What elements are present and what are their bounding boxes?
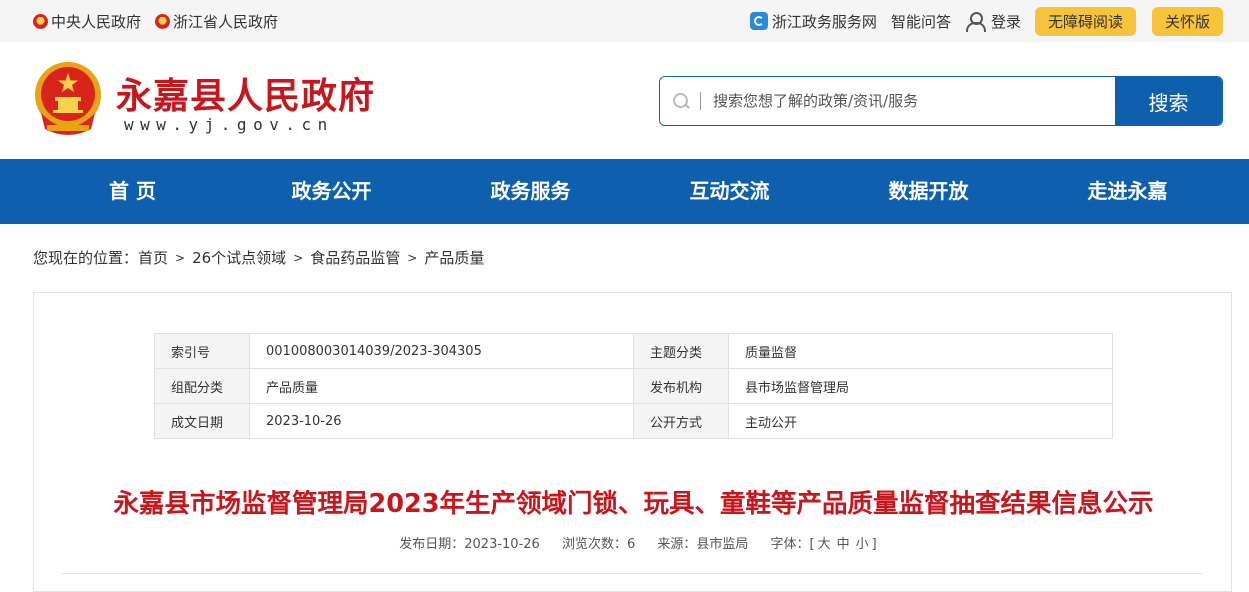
table-row: 成文日期 2023-10-26 公开方式 主动公开 bbox=[154, 403, 1113, 439]
search-divider bbox=[700, 92, 701, 110]
main-nav: 首 页 政务公开 政务服务 互动交流 数据开放 走进永嘉 bbox=[0, 159, 1249, 224]
meta-key: 发布机构 bbox=[633, 368, 729, 404]
national-emblem-icon bbox=[33, 13, 48, 29]
article-title: 永嘉县市场监督管理局2023年生产领域门锁、玩具、童鞋等产品质量监督抽查结果信息… bbox=[113, 489, 1154, 519]
link-central-government-label: 中央人民政府 bbox=[51, 12, 142, 31]
site-header: 永嘉县人民政府 www.yj.gov.cn 搜索 bbox=[0, 42, 1249, 159]
link-zhejiang-service-label: 浙江政务服务网 bbox=[771, 12, 877, 31]
elderly-mode-button[interactable]: 关怀版 bbox=[1151, 6, 1223, 36]
search-button[interactable]: 搜索 bbox=[1115, 77, 1222, 125]
nav-government-affairs[interactable]: 政务公开 bbox=[232, 159, 431, 224]
top-bar: 中央人民政府 浙江省人民政府 浙江政务服务网 智能问答 登录 无障碍阅读 关怀版 bbox=[0, 0, 1249, 42]
login-label: 登录 bbox=[990, 12, 1021, 31]
meta-value: 主动公开 bbox=[728, 403, 1113, 439]
meta-value: 县市场监督管理局 bbox=[728, 368, 1113, 404]
font-size-close: ] bbox=[871, 537, 877, 552]
search-input-wrapper bbox=[660, 77, 1115, 125]
link-smart-qa[interactable]: 智能问答 bbox=[891, 11, 951, 32]
login-link[interactable]: 登录 bbox=[965, 11, 1021, 32]
nav-government-services[interactable]: 政务服务 bbox=[431, 159, 630, 224]
meta-value: 001008003014039/2023-304305 bbox=[249, 333, 634, 369]
user-icon bbox=[965, 11, 986, 32]
link-zhejiang-government-label: 浙江省人民政府 bbox=[173, 12, 279, 31]
breadcrumb-pilot-fields[interactable]: 26个试点领域 bbox=[192, 247, 286, 268]
link-central-government[interactable]: 中央人民政府 bbox=[33, 11, 141, 32]
font-small-button[interactable]: 小 bbox=[856, 537, 869, 552]
search-bar: 搜索 bbox=[659, 76, 1223, 126]
breadcrumb-prefix: 您现在的位置： bbox=[33, 249, 139, 267]
font-large-button[interactable]: 大 bbox=[818, 537, 831, 552]
divider bbox=[62, 573, 1202, 574]
metadata-table: 索引号 001008003014039/2023-304305 主题分类 质量监… bbox=[154, 333, 1113, 439]
top-links-left: 中央人民政府 浙江省人民政府 bbox=[33, 0, 278, 42]
chevron-right-icon: > bbox=[175, 250, 186, 265]
accessibility-button[interactable]: 无障碍阅读 bbox=[1034, 6, 1136, 36]
breadcrumb-product-quality[interactable]: 产品质量 bbox=[424, 247, 484, 268]
top-links-right: 浙江政务服务网 智能问答 登录 无障碍阅读 关怀版 bbox=[749, 0, 1223, 42]
meta-key: 组配分类 bbox=[154, 368, 250, 404]
national-emblem-icon bbox=[155, 13, 171, 29]
chevron-right-icon: > bbox=[407, 250, 418, 265]
national-emblem-logo-icon[interactable] bbox=[33, 61, 104, 137]
site-title[interactable]: 永嘉县人民政府 bbox=[116, 67, 375, 119]
link-zhejiang-government[interactable]: 浙江省人民政府 bbox=[155, 11, 278, 32]
breadcrumb-food-drug[interactable]: 食品药品监管 bbox=[310, 247, 400, 268]
link-zhejiang-service[interactable]: 浙江政务服务网 bbox=[749, 11, 877, 32]
meta-value: 产品质量 bbox=[249, 368, 634, 404]
table-row: 组配分类 产品质量 发布机构 县市场监督管理局 bbox=[154, 368, 1113, 404]
nav-interaction[interactable]: 互动交流 bbox=[630, 159, 829, 224]
meta-key: 索引号 bbox=[154, 333, 250, 369]
breadcrumb: 您现在的位置： 首页 > 26个试点领域 > 食品药品监管 > 产品质量 bbox=[33, 247, 484, 268]
article-container: 索引号 001008003014039/2023-304305 主题分类 质量监… bbox=[33, 292, 1232, 592]
search-input[interactable] bbox=[713, 92, 1093, 110]
meta-key: 成文日期 bbox=[154, 403, 250, 439]
publish-date: 发布日期：2023-10-26 bbox=[399, 537, 540, 552]
breadcrumb-home[interactable]: 首页 bbox=[138, 247, 168, 268]
meta-value: 质量监督 bbox=[728, 333, 1113, 369]
meta-key: 主题分类 bbox=[633, 333, 729, 369]
font-medium-button[interactable]: 中 bbox=[837, 537, 850, 552]
nav-home[interactable]: 首 页 bbox=[33, 159, 232, 224]
search-icon bbox=[672, 92, 690, 110]
meta-value: 2023-10-26 bbox=[249, 403, 634, 439]
font-size-control: 字体：[大中小] bbox=[771, 537, 877, 552]
meta-key: 公开方式 bbox=[633, 403, 729, 439]
view-count: 浏览次数：6 bbox=[561, 537, 636, 552]
nav-about-yongjia[interactable]: 走进永嘉 bbox=[1028, 159, 1227, 224]
link-smart-qa-label: 智能问答 bbox=[890, 12, 951, 31]
zhejiang-service-icon bbox=[749, 12, 768, 30]
chevron-right-icon: > bbox=[293, 250, 304, 265]
table-row: 索引号 001008003014039/2023-304305 主题分类 质量监… bbox=[154, 333, 1113, 369]
article-source: 来源：县市监局 bbox=[657, 537, 749, 552]
font-size-label: 字体：[ bbox=[770, 537, 815, 552]
site-url: www.yj.gov.cn bbox=[124, 115, 334, 134]
article-info: 发布日期：2023-10-26 浏览次数：6 来源：县市监局 字体：[大中小] bbox=[34, 533, 1233, 552]
nav-open-data[interactable]: 数据开放 bbox=[829, 159, 1028, 224]
